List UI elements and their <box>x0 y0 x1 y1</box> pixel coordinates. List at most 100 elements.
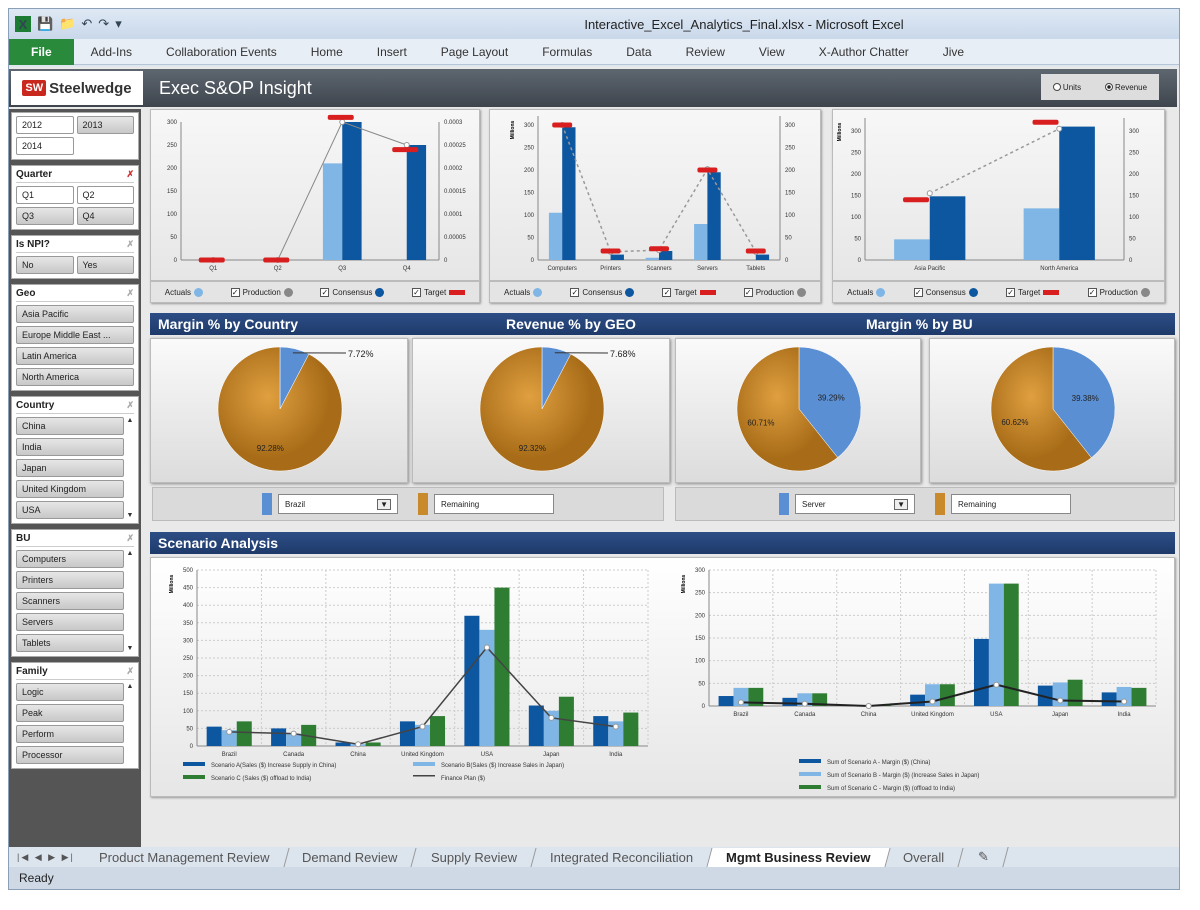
sheet-tab-active[interactable]: Mgmt Business Review <box>707 848 890 867</box>
consensus-checkbox[interactable]: ✓ <box>570 287 580 297</box>
y-tick-label: 200 <box>851 172 862 178</box>
slicer-item[interactable]: Asia Pacific <box>16 305 134 323</box>
sheet-tab[interactable]: Demand Review <box>283 848 418 867</box>
tab-review[interactable]: Review <box>669 45 742 59</box>
line-point <box>801 700 808 707</box>
consensus-checkbox[interactable]: ✓ <box>320 287 330 297</box>
production-checkbox[interactable]: ✓ <box>1087 287 1097 297</box>
tab-home[interactable]: Home <box>294 45 360 59</box>
slicer-item[interactable]: Logic <box>16 683 124 701</box>
bar-actuals-0 <box>322 163 343 260</box>
slicer-item[interactable]: Q1 <box>16 186 74 204</box>
radio-revenue[interactable]: Revenue <box>1105 83 1147 92</box>
x-tick-label: Japan <box>543 752 559 758</box>
tab-collaboration-events[interactable]: Collaboration Events <box>149 45 294 59</box>
tab-jive[interactable]: Jive <box>926 45 981 59</box>
slicer-item[interactable]: Japan <box>16 459 124 477</box>
clear-filter-icon[interactable]: ✗ <box>126 666 134 677</box>
legend-label: Sum of Scenario B - Margin ($) (Increase… <box>827 773 979 779</box>
slicer-item[interactable]: Yes <box>76 256 134 274</box>
y-tick-label: 450 <box>183 586 194 592</box>
sheet-tab[interactable]: Product Management Review <box>80 848 289 867</box>
clear-filter-icon[interactable]: ✗ <box>126 400 134 411</box>
slicer-scrollbar[interactable]: ▲ ▼ <box>126 417 134 519</box>
target-checkbox[interactable]: ✓ <box>662 287 672 297</box>
slicer-item[interactable]: India <box>16 438 124 456</box>
tab-page-layout[interactable]: Page Layout <box>424 45 525 59</box>
bar-sum-0 <box>910 694 926 706</box>
tab-file[interactable]: File <box>9 38 74 65</box>
slicer-title: Family <box>16 666 48 677</box>
clear-filter-icon[interactable]: ✗ <box>126 169 134 180</box>
slicer-item[interactable]: Computers <box>16 550 124 568</box>
target-checkbox[interactable]: ✓ <box>1006 287 1016 297</box>
slicer-item[interactable]: Peak <box>16 704 124 722</box>
slicer-item[interactable]: Servers <box>16 613 124 631</box>
slicer-item[interactable]: Q4 <box>76 207 134 225</box>
slicer-item[interactable]: USA <box>16 501 124 519</box>
country-dropdown[interactable]: Brazil ▼ <box>278 494 398 514</box>
sheet-tab[interactable]: Integrated Reconciliation <box>531 848 713 867</box>
customize-icon[interactable]: ▾ <box>115 16 122 32</box>
slicer-item[interactable]: China <box>16 417 124 435</box>
target-marker <box>649 246 669 252</box>
consensus-checkbox[interactable]: ✓ <box>913 287 923 297</box>
sheet-tab[interactable]: Supply Review <box>412 848 537 867</box>
target-checkbox[interactable]: ✓ <box>411 287 421 297</box>
radio-units[interactable]: Units <box>1052 83 1081 92</box>
slicer-item[interactable]: Europe Middle East ... <box>16 326 134 344</box>
clear-filter-icon[interactable]: ✗ <box>126 533 134 544</box>
slicer-item[interactable]: 2014 <box>16 137 74 155</box>
selected-color-swatch <box>262 493 272 515</box>
clear-filter-icon[interactable]: ✗ <box>126 288 134 299</box>
slicer-item[interactable]: Perform <box>16 725 124 743</box>
y2-tick-label: 0.00025 <box>444 143 466 149</box>
slicer-item[interactable]: No <box>16 256 74 274</box>
slicer-item[interactable]: Processor <box>16 746 124 764</box>
slicer-item[interactable]: North America <box>16 368 134 386</box>
tab-insert[interactable]: Insert <box>360 45 424 59</box>
bu-dropdown[interactable]: Server ▼ <box>795 494 915 514</box>
pie-label: 7.72% <box>348 349 374 359</box>
sheet-tab[interactable]: Overall <box>884 848 965 867</box>
slicer-item[interactable]: Latin America <box>16 347 134 365</box>
slicer-item[interactable]: Scanners <box>16 592 124 610</box>
slicer-item[interactable]: Q2 <box>76 186 134 204</box>
bar-consensus-1 <box>755 254 770 260</box>
slicer-item[interactable]: 2012 <box>16 116 74 134</box>
slicer-item[interactable]: Tablets <box>16 634 124 652</box>
tab-view[interactable]: View <box>742 45 802 59</box>
bar-scenario-0 <box>399 721 415 746</box>
slicer-item[interactable]: United Kingdom <box>16 480 124 498</box>
folder-icon[interactable]: 📁 <box>59 16 75 32</box>
geo-chart: 0 50 100 150 200 250 300 0 50 100 150 200 250 300 Mill… <box>837 118 1140 272</box>
sheet-nav-arrows-icon[interactable]: |◀ ◀ ▶ ▶| <box>9 852 83 863</box>
bar-sum-2 <box>1131 687 1147 706</box>
y2-tick-label: 150 <box>785 191 796 197</box>
production-checkbox[interactable]: ✓ <box>230 287 240 297</box>
pie-chart-margin-bu-2: 39.38% 60.62% <box>990 346 1116 472</box>
slicer-scrollbar[interactable]: ▲ ▼ <box>126 550 134 652</box>
bar-actuals-0 <box>645 257 659 260</box>
tab-formulas[interactable]: Formulas <box>525 45 609 59</box>
slicer-scrollbar[interactable]: ▲ <box>126 683 134 764</box>
tab-add-ins[interactable]: Add-Ins <box>74 45 149 59</box>
slicer-item[interactable]: Printers <box>16 571 124 589</box>
chevron-down-icon[interactable]: ▼ <box>894 498 908 510</box>
clear-filter-icon[interactable]: ✗ <box>126 239 134 250</box>
chevron-down-icon[interactable]: ▼ <box>377 498 391 510</box>
tab-data[interactable]: Data <box>609 45 668 59</box>
slicer-item[interactable]: Q3 <box>16 207 74 225</box>
x-tick-label: Scanners <box>646 266 671 272</box>
production-checkbox[interactable]: ✓ <box>743 287 753 297</box>
ribbon-tabs: File Add-Ins Collaboration Events Home I… <box>9 38 1179 65</box>
redo-icon[interactable]: ↷ <box>98 16 109 32</box>
tab-x-author-chatter[interactable]: X-Author Chatter <box>802 45 926 59</box>
new-sheet-icon[interactable]: ✎ <box>958 847 1009 867</box>
pie-label: 7.68% <box>610 349 636 359</box>
save-icon[interactable]: 💾 <box>37 16 53 32</box>
line-point <box>865 703 872 709</box>
undo-icon[interactable]: ↶ <box>81 16 92 32</box>
pie-chart-margin-country: 7.72% 92.28% <box>217 346 374 472</box>
slicer-item[interactable]: 2013 <box>76 116 134 134</box>
